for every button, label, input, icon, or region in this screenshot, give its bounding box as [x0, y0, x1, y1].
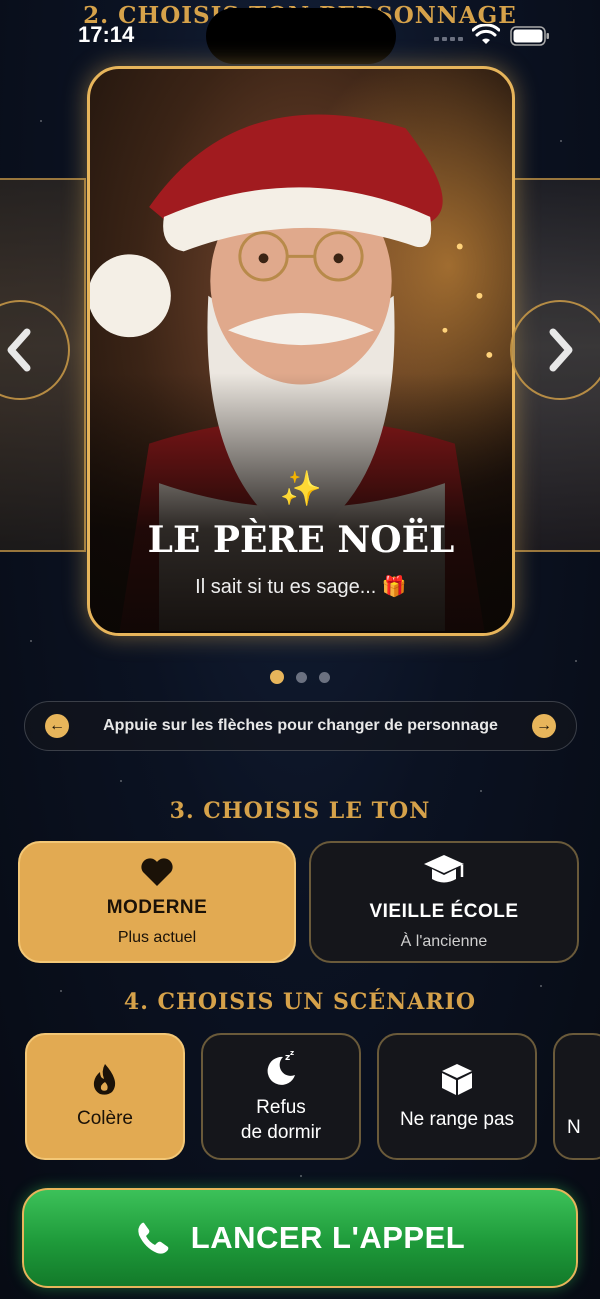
- character-tagline: Il sait si tu es sage... 🎁: [195, 576, 407, 598]
- tone-subtitle: Plus actuel: [117, 929, 197, 946]
- dynamic-island: [206, 8, 396, 64]
- page-indicator: [0, 670, 600, 684]
- tone-option-vieille-ecole[interactable]: VIEILLE ÉCOLE À l'ancienne: [309, 841, 579, 963]
- page-dot-3[interactable]: [319, 671, 330, 683]
- scenario-label: N: [567, 1117, 581, 1138]
- arrow-right-icon[interactable]: →: [531, 714, 556, 738]
- tone-option-moderne[interactable]: MODERNE Plus actuel: [18, 841, 296, 963]
- scenario-label: Ne range pas: [399, 1109, 515, 1130]
- graduation-cap-icon: [424, 855, 464, 883]
- sparkles-icon: ✨: [279, 470, 323, 508]
- section-title-tone: 3. CHOISIS LE TON: [169, 798, 431, 824]
- heart-icon: [141, 858, 173, 886]
- navigation-hint: ← Appuie sur les flèches pour changer de…: [24, 701, 577, 751]
- section-title-scenario: 4. CHOISIS UN SCÉNARIO: [123, 989, 477, 1015]
- character-card[interactable]: ✨ LE PÈRE NOËL Il sait si tu es sage... …: [87, 66, 515, 636]
- chevron-left-icon: [7, 328, 31, 372]
- character-name: LE PÈRE NOËL: [147, 519, 455, 561]
- arrow-left-icon[interactable]: ←: [45, 714, 69, 738]
- scenario-option-colere[interactable]: Colère: [25, 1033, 185, 1160]
- box-icon: [442, 1064, 472, 1095]
- scenario-option-partial[interactable]: N: [553, 1033, 600, 1160]
- scenario-label: Colère: [77, 1108, 133, 1129]
- svg-text:z: z: [290, 1049, 294, 1057]
- sleep-moon-icon: z z: [267, 1049, 295, 1085]
- wifi-icon: [472, 24, 500, 44]
- cellular-signal-icon: [434, 37, 463, 41]
- tone-title: VIEILLE ÉCOLE: [369, 901, 519, 922]
- tone-title: MODERNE: [106, 897, 208, 918]
- scenario-option-refus-de-dormir[interactable]: z z Refus de dormir: [201, 1033, 361, 1160]
- start-call-button[interactable]: LANCER L'APPEL: [22, 1188, 578, 1288]
- phone-icon: [138, 1222, 169, 1254]
- status-time: 17:14: [78, 22, 135, 47]
- battery-icon: [510, 26, 549, 46]
- tone-subtitle: À l'ancienne: [400, 933, 488, 950]
- start-call-label: LANCER L'APPEL: [190, 1220, 466, 1255]
- scenario-label: Refus de dormir: [240, 1096, 322, 1143]
- hint-text: Appuie sur les flèches pour changer de p…: [103, 717, 498, 734]
- flame-icon: [93, 1064, 116, 1095]
- scenario-option-ne-range-pas[interactable]: Ne range pas: [377, 1033, 537, 1160]
- page-dot-2[interactable]: [296, 671, 307, 683]
- next-character-button[interactable]: [510, 300, 600, 400]
- status-bar: 17:14: [0, 0, 600, 64]
- page-dot-1[interactable]: [270, 670, 284, 684]
- chevron-right-icon: [549, 328, 573, 372]
